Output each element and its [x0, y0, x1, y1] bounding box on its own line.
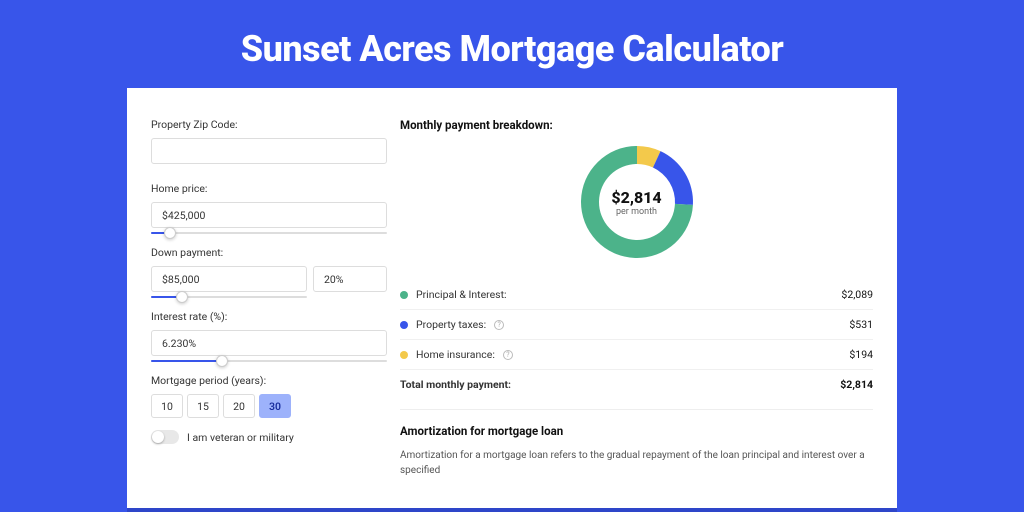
legend-dot — [400, 321, 408, 329]
down-payment-input[interactable] — [151, 266, 307, 292]
zip-input[interactable] — [151, 138, 387, 164]
calculator-card: Property Zip Code: Home price: Down paym… — [127, 88, 897, 508]
info-icon[interactable]: ? — [503, 350, 513, 360]
breakdown-item-label: Home insurance: — [416, 348, 495, 361]
veteran-row: I am veteran or military — [151, 430, 382, 444]
down-payment-label: Down payment: — [151, 246, 382, 259]
period-button-15[interactable]: 15 — [187, 394, 219, 418]
breakdown-total-row: Total monthly payment: $2,814 — [400, 370, 873, 399]
interest-input[interactable] — [151, 330, 387, 356]
breakdown-item-value: $2,089 — [841, 288, 873, 301]
page-title: Sunset Acres Mortgage Calculator — [0, 0, 1024, 88]
home-price-group: Home price: — [151, 182, 382, 228]
donut-amount: $2,814 — [611, 188, 661, 207]
interest-slider[interactable] — [151, 360, 387, 362]
period-label: Mortgage period (years): — [151, 374, 382, 387]
interest-slider-thumb[interactable] — [216, 355, 228, 367]
period-button-row: 10152030 — [151, 394, 382, 418]
info-icon[interactable]: ? — [494, 320, 504, 330]
interest-group: Interest rate (%): — [151, 310, 382, 356]
donut-center: $2,814 per month — [577, 142, 697, 262]
interest-slider-fill — [151, 360, 222, 362]
interest-label: Interest rate (%): — [151, 310, 382, 323]
home-price-label: Home price: — [151, 182, 382, 195]
down-payment-pct-input[interactable] — [313, 266, 387, 292]
legend-dot — [400, 291, 408, 299]
breakdown-donut: $2,814 per month — [577, 142, 697, 262]
period-group: Mortgage period (years): 10152030 — [151, 374, 382, 418]
breakdown-item-value: $531 — [849, 318, 873, 331]
breakdown-header: Monthly payment breakdown: — [400, 118, 873, 132]
breakdown-item-label: Property taxes: — [416, 318, 486, 331]
total-value: $2,814 — [840, 378, 873, 391]
down-payment-slider-thumb[interactable] — [176, 291, 188, 303]
zip-group: Property Zip Code: — [151, 118, 382, 164]
home-price-input[interactable] — [151, 202, 387, 228]
form-panel: Property Zip Code: Home price: Down paym… — [127, 88, 382, 508]
breakdown-row: Home insurance:? $194 — [400, 340, 873, 370]
home-price-slider[interactable] — [151, 232, 387, 234]
period-button-10[interactable]: 10 — [151, 394, 183, 418]
period-button-20[interactable]: 20 — [223, 394, 255, 418]
amort-desc: Amortization for a mortgage loan refers … — [400, 448, 873, 478]
legend-dot — [400, 351, 408, 359]
breakdown-row: Property taxes:? $531 — [400, 310, 873, 340]
down-payment-slider[interactable] — [151, 296, 307, 298]
breakdown-rows: Principal & Interest: $2,089 Property taxe… — [400, 280, 873, 399]
down-payment-group: Down payment: — [151, 246, 382, 292]
home-price-slider-thumb[interactable] — [164, 227, 176, 239]
breakdown-item-label: Principal & Interest: — [416, 288, 507, 301]
zip-label: Property Zip Code: — [151, 118, 382, 131]
veteran-toggle[interactable] — [151, 430, 179, 444]
breakdown-row: Principal & Interest: $2,089 — [400, 280, 873, 310]
period-button-30[interactable]: 30 — [259, 394, 291, 418]
total-label: Total monthly payment: — [400, 378, 511, 391]
amort-header: Amortization for mortgage loan — [400, 424, 873, 438]
donut-sub: per month — [616, 207, 657, 217]
divider — [400, 409, 873, 410]
veteran-label: I am veteran or military — [187, 431, 294, 444]
breakdown-panel: Monthly payment breakdown: $2,814 per mo… — [382, 88, 897, 508]
breakdown-item-value: $194 — [849, 348, 873, 361]
